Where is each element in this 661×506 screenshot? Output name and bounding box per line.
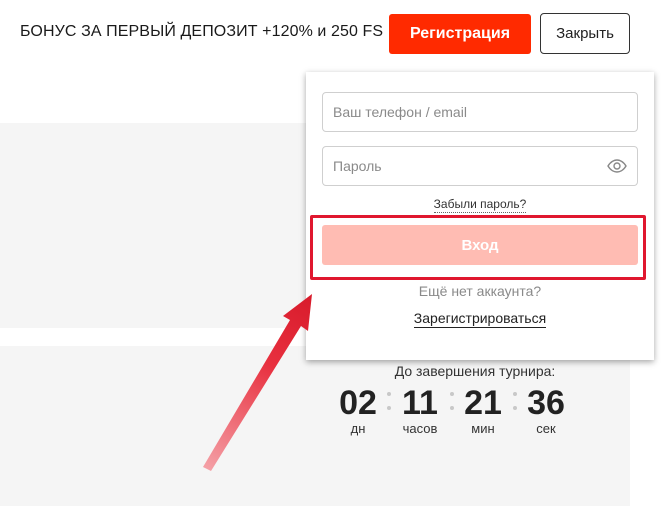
days-label: дн — [350, 421, 366, 436]
close-button[interactable]: Закрыть — [540, 13, 630, 54]
minutes-value: 21 — [464, 384, 502, 422]
no-account-text: Ещё нет аккаунта? — [418, 283, 542, 299]
timer-separator — [450, 392, 454, 414]
top-bar: БОНУС ЗА ПЕРВЫЙ ДЕПОЗИТ +120% и 250 FS Р… — [0, 0, 661, 70]
bonus-banner-text: БОНУС ЗА ПЕРВЫЙ ДЕПОЗИТ +120% и 250 FS — [20, 23, 384, 40]
timer-separator — [387, 392, 391, 414]
eye-icon[interactable] — [607, 159, 627, 173]
timer-separator — [513, 392, 517, 414]
seconds-value: 36 — [527, 384, 565, 422]
password-input[interactable] — [323, 147, 613, 185]
forgot-password-label[interactable]: Забыли пароль? — [433, 197, 527, 213]
phone-email-field[interactable] — [322, 92, 638, 132]
signup-label[interactable]: Зарегистрироваться — [413, 310, 547, 328]
login-button[interactable]: Вход — [322, 225, 638, 265]
signup-link[interactable]: Зарегистрироваться — [306, 310, 654, 328]
phone-email-input[interactable] — [323, 93, 613, 131]
hours-value: 11 — [402, 384, 438, 422]
countdown-seconds: 36 сек — [518, 384, 574, 436]
background-panel — [0, 123, 310, 328]
password-field[interactable] — [322, 146, 638, 186]
forgot-password-link[interactable]: Забыли пароль? — [306, 197, 654, 213]
login-dropdown: Забыли пароль? Вход Ещё нет аккаунта? За… — [306, 72, 654, 360]
countdown-days: 02 дн — [330, 384, 386, 436]
countdown-hours: 11 часов — [392, 384, 448, 436]
register-button[interactable]: Регистрация — [389, 14, 531, 54]
tournament-countdown-label: До завершения турнира: — [394, 363, 556, 379]
countdown-minutes: 21 мин — [455, 384, 511, 436]
hours-label: часов — [402, 421, 438, 436]
days-value: 02 — [339, 384, 377, 422]
seconds-label: сек — [536, 421, 556, 436]
countdown-timer: 02 дн 11 часов 21 мин 36 сек — [330, 384, 620, 444]
minutes-label: мин — [471, 421, 495, 436]
